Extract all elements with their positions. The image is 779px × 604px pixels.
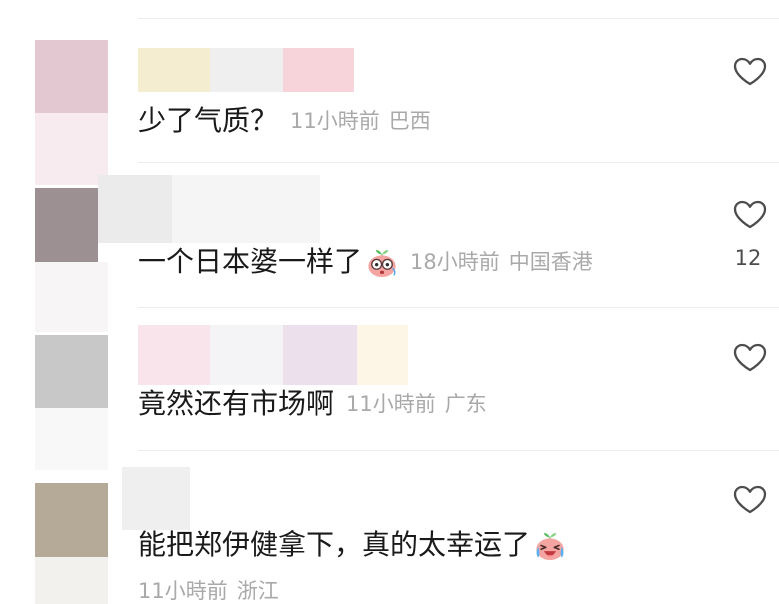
comment-text[interactable]: 少了气质？: [138, 105, 278, 137]
comment-meta: 11小時前 浙江: [138, 578, 279, 604]
comment-list: 少了气质？ 11小時前 巴西 一个日本婆一样了 18小時前 中国香港 12 竟然…: [0, 0, 779, 604]
like-button[interactable]: [733, 57, 767, 87]
like-button[interactable]: [733, 343, 767, 373]
emoji-cry-laugh-icon: [536, 533, 564, 561]
comment-text-line: 少了气质？: [138, 105, 278, 137]
comment-text-line: 竟然还有市场啊: [138, 388, 334, 420]
comment-meta: 11小時前 广东: [346, 391, 487, 417]
comment-body: 能把郑伊健拿下，真的太幸运了 11小時前 浙江: [138, 529, 678, 604]
divider: [138, 307, 779, 308]
comment-location: 中国香港: [508, 250, 593, 274]
comment-body: 竟然还有市场啊 11小時前 广东: [138, 388, 678, 420]
comment-body: 一个日本婆一样了 18小時前 中国香港: [138, 246, 678, 278]
comment-meta: 11小時前 巴西: [290, 108, 431, 134]
comment-text-line: 能把郑伊健拿下，真的太幸运了: [138, 529, 566, 561]
divider: [138, 162, 779, 163]
avatar[interactable]: [35, 335, 108, 408]
username-mosaic-block: [138, 325, 210, 385]
username-mosaic-block: [138, 48, 210, 92]
comment-text[interactable]: 一个日本婆一样了: [138, 246, 362, 278]
heart-outline-icon[interactable]: [733, 57, 767, 87]
comment-meta: 18小時前 中国香港: [410, 249, 593, 275]
avatar[interactable]: [35, 40, 108, 113]
username-mosaic-block: [210, 48, 283, 92]
divider: [138, 450, 779, 451]
emoji-shocked-icon: [368, 250, 396, 278]
avatar-mosaic-block: [35, 557, 108, 604]
username-mosaic-block: [122, 467, 190, 530]
comment-item: 一个日本婆一样了 18小時前 中国香港 12: [0, 162, 779, 332]
comment-location: 广东: [444, 392, 487, 416]
comment-location: 浙江: [236, 579, 279, 603]
like-button[interactable]: [733, 200, 767, 230]
comment-time: 18小時前: [410, 250, 500, 274]
comment-body: 少了气质？ 11小時前 巴西: [138, 105, 678, 137]
comment-text-line: 一个日本婆一样了: [138, 246, 398, 278]
avatar[interactable]: [35, 483, 108, 557]
comment-time: 11小時前: [346, 392, 436, 416]
heart-outline-icon[interactable]: [733, 485, 767, 515]
comment-time: 11小時前: [290, 109, 380, 133]
username-mosaic-block: [357, 325, 408, 385]
comment-location: 巴西: [388, 109, 431, 133]
heart-outline-icon[interactable]: [733, 343, 767, 373]
username-mosaic-block: [98, 175, 172, 243]
comment-text[interactable]: 能把郑伊健拿下，真的太幸运了: [138, 529, 530, 561]
comment-item: 少了气质？ 11小時前 巴西: [0, 18, 779, 185]
heart-outline-icon[interactable]: [733, 200, 767, 230]
like-count: 12: [734, 246, 762, 270]
comment-time: 11小時前: [138, 579, 228, 603]
comment-text[interactable]: 竟然还有市场啊: [138, 388, 334, 420]
comment-item: 竟然还有市场啊 11小時前 广东: [0, 307, 779, 470]
username-mosaic-block: [210, 325, 283, 385]
comment-item: 能把郑伊健拿下，真的太幸运了 11小時前 浙江: [0, 450, 779, 604]
username-mosaic-block: [283, 48, 354, 92]
divider: [138, 18, 779, 19]
username-mosaic-block: [283, 325, 357, 385]
like-button[interactable]: [733, 485, 767, 515]
username-mosaic-block: [172, 175, 320, 243]
avatar[interactable]: [35, 188, 98, 262]
